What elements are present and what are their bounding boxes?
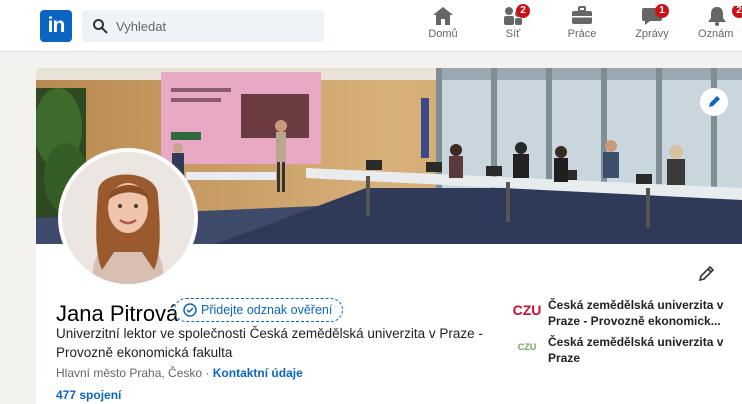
nav-notifications[interactable]: 2 Oznám (686, 6, 742, 46)
nav-jobs-label: Práce (567, 28, 597, 40)
nav-network[interactable]: 2 Síť (478, 4, 548, 46)
nav-network-label: Síť (505, 28, 521, 40)
organization-name: Česká zemědělská univerzita v Praze - Pr… (548, 298, 724, 328)
edit-banner-button[interactable] (700, 88, 728, 116)
profile-photo[interactable] (58, 148, 198, 288)
profile-portrait-image (62, 152, 194, 284)
top-navigation-bar: in Domů 2 Síť Práce (0, 0, 742, 52)
search-icon (93, 19, 108, 34)
pencil-icon (698, 265, 715, 282)
profile-location: Hlavní město Praha, Česko (56, 366, 203, 380)
nav-home[interactable]: Domů (408, 6, 478, 46)
nav-home-label: Domů (428, 28, 458, 40)
notifications-badge: 2 (732, 6, 742, 18)
nav-messaging-label: Zprávy (635, 28, 669, 40)
profile-headline: Univerzitní lektor ve společnosti Česká … (56, 326, 483, 360)
profile-card: Jana Pitrová Přidejte odznak ověření Uni… (36, 68, 742, 404)
edit-profile-button[interactable] (696, 262, 718, 284)
university-logo: CZU (517, 342, 537, 352)
briefcase-icon (572, 6, 592, 24)
nav-jobs[interactable]: Práce (547, 6, 617, 46)
messaging-badge: 1 (655, 4, 669, 18)
organization-name: Česká zemědělská univerzita v Praze (548, 335, 724, 365)
shield-check-icon (183, 303, 197, 317)
nav-messaging[interactable]: 1 Zprávy (617, 4, 687, 46)
university-logo: CZU (512, 302, 542, 318)
linkedin-logo[interactable]: in (40, 10, 72, 42)
nav-notifications-label: Oznám (698, 28, 734, 40)
search-box[interactable] (82, 10, 324, 42)
contact-info-link[interactable]: Kontaktní údaje (213, 366, 303, 380)
add-verification-badge-button[interactable]: Přidejte odznak ověření (174, 298, 344, 322)
bell-icon (708, 7, 726, 26)
connections-link[interactable]: 477 spojení (56, 388, 121, 402)
network-badge: 2 (516, 4, 530, 18)
profile-location-line: Hlavní město Praha, Česko · Kontaktní úd… (56, 366, 303, 380)
home-icon (433, 7, 453, 25)
search-input[interactable] (116, 10, 316, 42)
verify-badge-label: Přidejte odznak ověření (201, 303, 333, 317)
location-separator: · (205, 366, 210, 380)
pencil-icon (709, 96, 720, 107)
